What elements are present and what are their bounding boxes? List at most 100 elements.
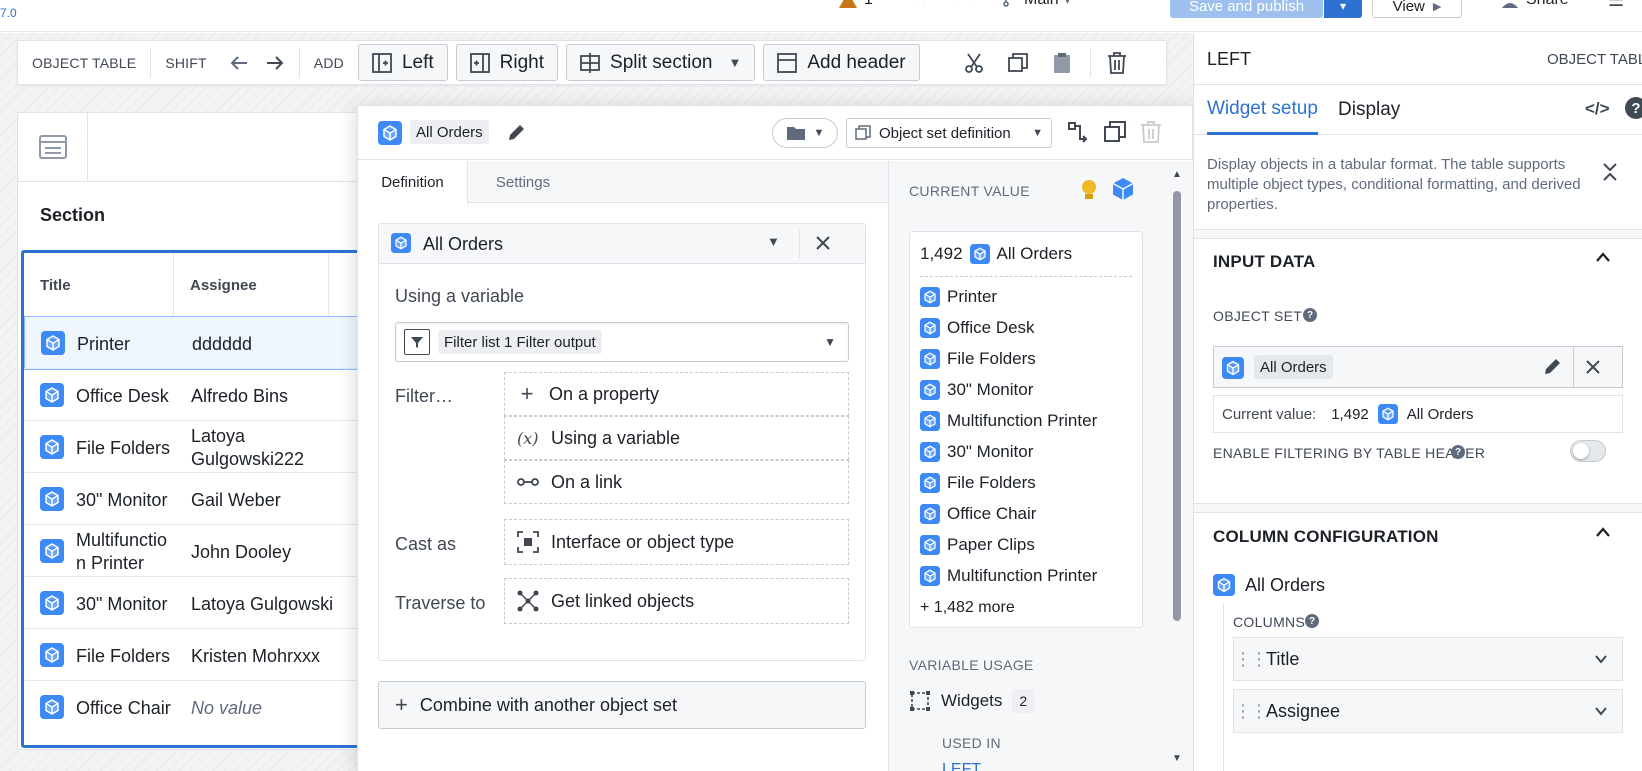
cube-icon[interactable] <box>1111 177 1135 201</box>
drag-handle-icon[interactable]: ⋮⋮ <box>1234 701 1268 722</box>
list-item[interactable]: Multifunction Printer <box>920 566 1097 586</box>
list-item[interactable]: Office Chair <box>920 504 1036 524</box>
list-item[interactable]: 30" Monitor <box>920 442 1033 462</box>
object-set-selector[interactable]: All Orders ▼ <box>379 224 865 264</box>
table-row[interactable]: Office Desk Alfredo Bins <box>24 368 373 422</box>
table-row[interactable]: Multifunction Printer John Dooley <box>24 524 373 578</box>
undo-button[interactable] <box>908 0 928 6</box>
object-set-field[interactable]: All Orders <box>1213 346 1623 388</box>
object-icon <box>1377 404 1398 424</box>
table-row[interactable]: 30" Monitor Latoya Gulgowski <box>24 576 373 630</box>
help-icon[interactable]: ? <box>1303 308 1317 322</box>
filter-icon <box>404 329 430 355</box>
rename-button[interactable] <box>506 123 526 143</box>
scrollbar-thumb[interactable] <box>1173 191 1181 621</box>
help-icon[interactable]: ? <box>1625 97 1642 119</box>
column-row[interactable]: ⋮⋮ Assignee <box>1233 689 1623 733</box>
branch-selector[interactable]: Main ▾ <box>1002 0 1070 8</box>
chevron-up-icon[interactable] <box>1595 526 1611 538</box>
filtering-toggle[interactable] <box>1570 440 1606 462</box>
table-row[interactable]: Office Chair No value <box>24 680 373 734</box>
delete-button[interactable] <box>1140 120 1162 144</box>
list-item-label: Multifunction Printer <box>947 566 1098 585</box>
code-icon[interactable]: </> <box>1585 99 1610 119</box>
list-item[interactable]: Office Desk <box>920 318 1035 338</box>
chevron-up-icon[interactable] <box>1595 251 1611 263</box>
list-item[interactable]: File Folders <box>920 473 1036 493</box>
add-right-button[interactable]: Right <box>455 44 559 81</box>
table-row[interactable]: File Folders Kristen Mohrxxx <box>24 628 373 682</box>
filter-on-link-option[interactable]: On a link <box>504 460 849 504</box>
save-to-folder-button[interactable]: ▼ <box>772 118 838 148</box>
warnings-indicator[interactable]: 1 <box>838 0 873 9</box>
tab-widget-setup[interactable]: Widget setup <box>1207 85 1318 135</box>
scroll-up-icon[interactable]: ▲ <box>1172 169 1182 180</box>
shift-right-button[interactable] <box>257 45 293 81</box>
tab-settings[interactable]: Settings <box>468 161 578 203</box>
clear-object-set-button[interactable] <box>1584 358 1602 376</box>
table-row[interactable]: Printer dddddd <box>24 316 373 370</box>
column-header-title[interactable]: Title <box>24 253 174 318</box>
traverse-option[interactable]: Get linked objects <box>504 578 849 624</box>
drag-handle-icon[interactable]: ⋮⋮ <box>1234 649 1268 670</box>
split-section-button[interactable]: Split section ▼ <box>566 44 756 81</box>
combine-object-set-button[interactable]: + Combine with another object set <box>378 681 866 729</box>
object-icon <box>40 539 64 563</box>
list-icon: ☰ <box>1608 0 1624 11</box>
object-set-definition-select[interactable]: Object set definition ▼ <box>846 118 1052 148</box>
cast-as-label: Cast as <box>395 534 457 554</box>
cut-button[interactable] <box>956 45 992 81</box>
table-row[interactable]: 30" Monitor Gail Weber <box>24 472 373 526</box>
paste-button[interactable] <box>1044 45 1080 81</box>
list-item[interactable]: Printer <box>920 287 997 307</box>
object-icon <box>920 318 940 338</box>
object-icon <box>920 473 940 493</box>
folder-add-icon <box>786 127 805 140</box>
add-header-button[interactable]: Add header <box>763 44 920 81</box>
object-table[interactable]: Title Assignee Printer dddddd Office Des… <box>21 250 376 748</box>
variable-select[interactable]: Filter list 1 Filter output ▼ <box>395 322 849 362</box>
scroll-down-icon[interactable]: ▼ <box>1172 753 1182 764</box>
column-header-assignee[interactable]: Assignee <box>174 253 329 318</box>
list-item[interactable]: File Folders <box>920 349 1036 369</box>
redo-icon <box>959 0 972 1</box>
view-button[interactable]: View ▶ <box>1372 0 1462 18</box>
plus-icon: + <box>395 692 408 717</box>
delete-button[interactable] <box>1099 45 1135 81</box>
chevron-down-icon[interactable] <box>1594 654 1608 664</box>
list-item[interactable]: Paper Clips <box>920 535 1035 555</box>
lightbulb-icon[interactable] <box>1080 179 1098 201</box>
widgets-usage[interactable]: Widgets 2 <box>909 689 1035 713</box>
help-icon[interactable]: ? <box>1305 614 1319 628</box>
object-set-name: All Orders <box>410 120 489 144</box>
duplicate-button[interactable] <box>1000 45 1036 81</box>
tab-display[interactable]: Display <box>1338 85 1400 135</box>
reroute-button[interactable] <box>1066 120 1090 144</box>
remove-object-set-button[interactable] <box>813 233 833 253</box>
table-row[interactable]: File Folders Latoya Gulgowski222 <box>24 420 373 474</box>
filter-using-variable-option[interactable]: (x) Using a variable <box>504 416 849 460</box>
warnings-count: 1 <box>864 0 873 9</box>
add-left-button[interactable]: Left <box>357 44 448 81</box>
edit-object-set-button[interactable] <box>1542 357 1562 377</box>
menu-button[interactable]: ☰ <box>1608 0 1624 10</box>
more-items-link[interactable]: + 1,482 more <box>920 599 1015 617</box>
chevron-down-icon[interactable] <box>1594 706 1608 716</box>
redo-button[interactable] <box>956 0 976 6</box>
shift-left-button[interactable] <box>221 45 257 81</box>
save-options-button[interactable]: ▾ <box>1324 0 1362 18</box>
duplicate-button[interactable] <box>1103 120 1127 144</box>
column-row[interactable]: ⋮⋮ Title <box>1233 637 1623 681</box>
list-item[interactable]: 30" Monitor <box>920 380 1033 400</box>
collapse-description-button[interactable] <box>1601 161 1619 183</box>
used-in-link[interactable]: LEFT <box>942 761 981 771</box>
object-icon <box>1222 357 1244 379</box>
filter-on-property-option[interactable]: + On a property <box>504 372 849 416</box>
help-icon[interactable]: ? <box>1451 445 1465 459</box>
save-and-publish-button[interactable]: Save and publish <box>1170 0 1323 18</box>
list-item[interactable]: Multifunction Printer <box>920 411 1097 431</box>
section-tab[interactable] <box>18 113 88 181</box>
cast-as-option[interactable]: Interface or object type <box>504 519 849 565</box>
share-button[interactable]: Share <box>1500 0 1569 8</box>
tab-definition[interactable]: Definition <box>358 161 468 204</box>
